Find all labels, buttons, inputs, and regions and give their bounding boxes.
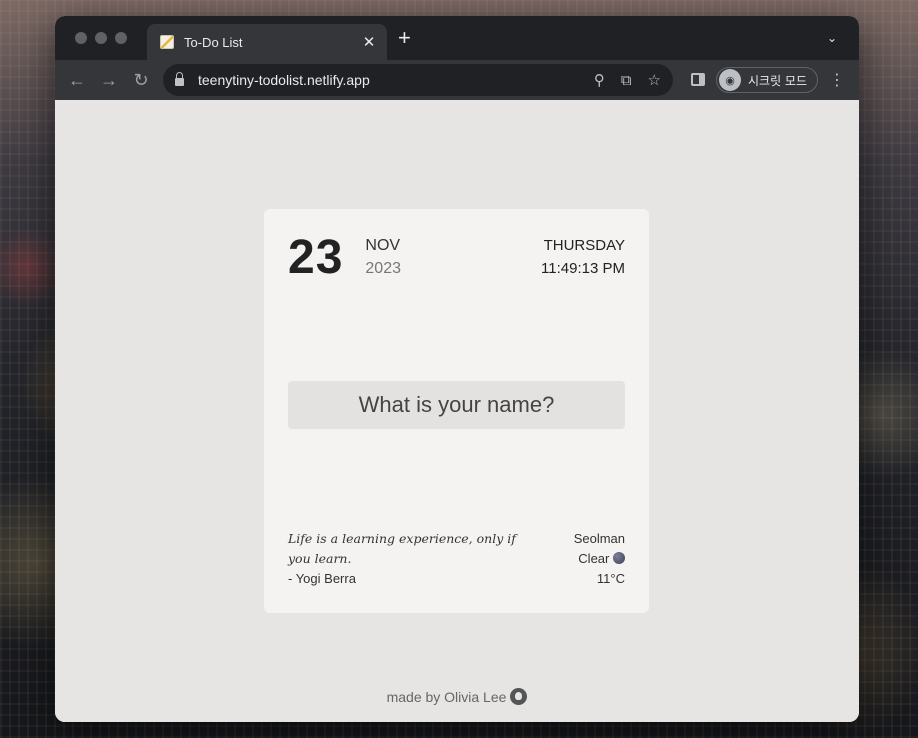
tab-title: To-Do List — [184, 34, 243, 50]
month-label: NOV — [365, 237, 401, 254]
minimize-window-button[interactable] — [95, 32, 107, 44]
browser-window: To-Do List ✕ + ⌄ ← → ↻ teenytiny-todolis… — [55, 16, 859, 722]
day-number: 23 — [288, 231, 344, 284]
forward-arrow-icon[interactable]: → — [93, 70, 125, 91]
window-controls — [75, 32, 127, 44]
tab-list-chevron-icon[interactable]: ⌄ — [827, 31, 837, 45]
url-text[interactable]: teenytiny-todolist.netlify.app — [198, 72, 594, 88]
new-tab-button[interactable]: + — [398, 27, 411, 49]
lock-icon[interactable] — [175, 72, 184, 86]
made-by-text[interactable]: made by Olivia Lee — [387, 689, 507, 705]
reload-icon[interactable]: ↻ — [125, 70, 157, 91]
quote-block: Life is a learning experience, only if y… — [288, 529, 518, 589]
weather-condition: Clear — [578, 551, 610, 566]
year-label: 2023 — [365, 260, 401, 277]
weather-temperature: 11°C — [596, 571, 625, 586]
close-window-button[interactable] — [75, 32, 87, 44]
close-tab-icon[interactable]: ✕ — [361, 33, 377, 51]
translate-icon[interactable]: ⧉ — [621, 72, 632, 89]
weather-block: Seolman Clear 11°C — [574, 529, 625, 589]
moon-icon — [613, 552, 625, 564]
notepad-icon — [160, 35, 174, 49]
page-viewport: 23 NOV 2023 THURSDAY 11:49:13 PM Life is… — [55, 100, 859, 722]
name-input[interactable] — [288, 381, 625, 429]
browser-toolbar: ← → ↻ teenytiny-todolist.netlify.app ⚲ ⧉… — [55, 60, 859, 100]
incognito-icon: ◉ — [719, 69, 741, 91]
location-pin-icon[interactable]: ⚲ — [594, 71, 605, 89]
date-header: 23 NOV 2023 THURSDAY 11:49:13 PM — [288, 233, 625, 283]
clock-time: 11:49:13 PM — [541, 260, 625, 277]
todo-card: 23 NOV 2023 THURSDAY 11:49:13 PM Life is… — [264, 209, 649, 613]
quote-text: Life is a learning experience, only if y… — [288, 531, 516, 566]
weather-city: Seolman — [573, 531, 625, 546]
weekday-label: THURSDAY — [543, 237, 625, 254]
address-bar[interactable]: teenytiny-todolist.netlify.app ⚲ ⧉ ☆ — [163, 64, 673, 96]
tab-bar: To-Do List ✕ + ⌄ — [55, 16, 859, 60]
kebab-menu-icon[interactable]: ⋮ — [829, 70, 845, 90]
github-icon[interactable] — [510, 688, 528, 705]
tab-todo-list[interactable]: To-Do List ✕ — [147, 24, 387, 60]
quote-author: - Yogi Berra — [288, 571, 356, 586]
incognito-profile-button[interactable]: ◉ 시크릿 모드 — [716, 67, 819, 93]
side-panel-icon[interactable] — [691, 73, 705, 86]
back-arrow-icon[interactable]: ← — [61, 70, 93, 91]
star-icon[interactable]: ☆ — [648, 71, 661, 89]
incognito-label: 시크릿 모드 — [748, 73, 808, 88]
maximize-window-button[interactable] — [115, 32, 127, 44]
made-by-footer: made by Olivia Lee — [55, 688, 859, 705]
